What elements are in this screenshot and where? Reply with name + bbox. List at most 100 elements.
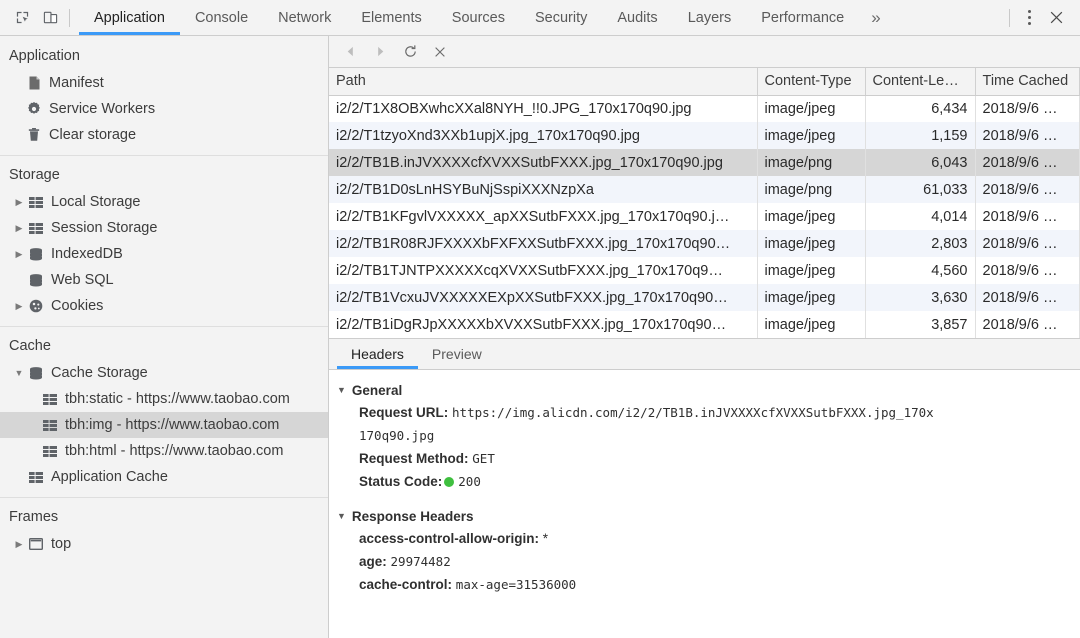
tab-label: Layers [688, 10, 732, 26]
tab-preview[interactable]: Preview [418, 339, 496, 369]
table-row[interactable]: i2/2/TB1D0sLnHSYBuNjSspiXXXNzpXa image/p… [329, 176, 1080, 203]
table-row[interactable]: i2/2/T1X8OBXwhcXXal8NYH_!!0.JPG_170x170q… [329, 95, 1080, 122]
gear-icon [24, 102, 44, 116]
cell-time-cached: 2018/9/6 … [975, 284, 1080, 311]
sidebar-item-cache-tbh-static[interactable]: tbh:static - https://www.taobao.com [0, 386, 328, 412]
tab-elements[interactable]: Elements [346, 0, 436, 35]
tab-layers[interactable]: Layers [673, 0, 747, 35]
inspect-element-icon[interactable] [8, 4, 36, 32]
column-header-content-type[interactable]: Content-Type [757, 68, 865, 95]
sidebar-item-clear-storage[interactable]: Clear storage [0, 122, 328, 148]
sidebar-item-label: top [51, 537, 71, 552]
cell-time-cached: 2018/9/6 … [975, 149, 1080, 176]
chevron-right-icon[interactable]: ▶ [12, 249, 26, 260]
tab-performance[interactable]: Performance [746, 0, 859, 35]
delete-selected-button[interactable] [425, 38, 455, 66]
chevron-down-icon[interactable]: ▼ [337, 385, 346, 395]
table-icon [26, 472, 46, 483]
chevron-right-icon[interactable]: ▶ [12, 197, 26, 208]
chevron-right-icon[interactable]: ▶ [12, 539, 26, 550]
customize-devtools-icon[interactable] [1016, 5, 1042, 31]
table-row[interactable]: i2/2/TB1VcxuJVXXXXXEXpXXSutbFXXX.jpg_170… [329, 284, 1080, 311]
cell-path: i2/2/TB1B.inJVXXXXcfXVXXSutbFXXX.jpg_170… [329, 149, 757, 176]
status-ok-dot-icon [444, 477, 454, 487]
sidebar-item-local-storage[interactable]: ▶ Local Storage [0, 189, 328, 215]
close-icon[interactable] [1042, 4, 1070, 32]
sidebar-item-label: Local Storage [51, 195, 140, 210]
toolbar-divider [69, 9, 70, 27]
sidebar-item-label: tbh:static - https://www.taobao.com [65, 392, 290, 407]
cell-content-length: 61,033 [865, 176, 975, 203]
general-section-header[interactable]: ▼ General [329, 379, 1080, 401]
section-gap [329, 493, 1080, 505]
tab-network[interactable]: Network [263, 0, 346, 35]
tab-audits[interactable]: Audits [602, 0, 672, 35]
sidebar-divider-3 [0, 497, 328, 498]
headers-content: ▼ General Request URL: https://img.alicd… [329, 370, 1080, 638]
column-header-time-cached[interactable]: Time Cached [975, 68, 1080, 95]
chevron-down-icon[interactable]: ▼ [337, 511, 346, 521]
sidebar-item-label: Cookies [51, 299, 103, 314]
more-panels-icon[interactable]: » [859, 0, 892, 35]
sidebar-item-cache-storage[interactable]: ▼ Cache Storage [0, 360, 328, 386]
table-row[interactable]: i2/2/T1tzyoXnd3XXb1upjX.jpg_170x170q90.j… [329, 122, 1080, 149]
next-page-button[interactable] [365, 38, 395, 66]
sidebar-item-label: Service Workers [49, 102, 155, 117]
sidebar-item-web-sql[interactable]: ▶ Web SQL [0, 267, 328, 293]
database-icon [26, 274, 46, 287]
sidebar-item-session-storage[interactable]: ▶ Session Storage [0, 215, 328, 241]
previous-page-button[interactable] [335, 38, 365, 66]
refresh-button[interactable] [395, 38, 425, 66]
table-row-selected[interactable]: i2/2/TB1B.inJVXXXXcfXVXXSutbFXXX.jpg_170… [329, 149, 1080, 176]
cell-content-length: 4,560 [865, 257, 975, 284]
chevron-right-icon[interactable]: ▶ [12, 223, 26, 234]
sidebar-item-cache-tbh-img[interactable]: tbh:img - https://www.taobao.com [0, 412, 328, 438]
table-row[interactable]: i2/2/TB1R08RJFXXXXbFXFXXSutbFXXX.jpg_170… [329, 230, 1080, 257]
devtools-main-toolbar: Application Console Network Elements Sou… [0, 0, 1080, 36]
table-row[interactable]: i2/2/TB1iDgRJpXXXXXbXVXXSutbFXXX.jpg_170… [329, 311, 1080, 338]
cell-content-type: image/jpeg [757, 203, 865, 230]
frame-icon [26, 538, 46, 550]
cell-content-type: image/jpeg [757, 311, 865, 338]
response-headers-section-header[interactable]: ▼ Response Headers [329, 505, 1080, 527]
column-header-path[interactable]: Path [329, 68, 757, 95]
sidebar-item-application-cache[interactable]: ▶ Application Cache [0, 464, 328, 490]
tab-security[interactable]: Security [520, 0, 602, 35]
devtools-body: Application Manifest Service Workers Cle… [0, 36, 1080, 638]
tab-label: Application [94, 10, 165, 26]
table-row[interactable]: i2/2/TB1KFgvlVXXXXX_apXXSutbFXXX.jpg_170… [329, 203, 1080, 230]
devtools-window: Application Console Network Elements Sou… [0, 0, 1080, 638]
tab-headers[interactable]: Headers [337, 339, 418, 369]
tab-sources[interactable]: Sources [437, 0, 520, 35]
device-toolbar-icon[interactable] [36, 4, 64, 32]
response-headers-section-title: Response Headers [352, 509, 474, 524]
cell-time-cached: 2018/9/6 … [975, 230, 1080, 257]
chevron-right-icon[interactable]: ▶ [12, 301, 26, 312]
sidebar-item-label: Application Cache [51, 470, 168, 485]
sidebar-item-label: Web SQL [51, 273, 114, 288]
cell-path: i2/2/TB1KFgvlVXXXXX_apXXSutbFXXX.jpg_170… [329, 203, 757, 230]
status-code-value: 200 [458, 474, 481, 489]
table-icon [40, 420, 60, 431]
cell-content-length: 1,159 [865, 122, 975, 149]
sidebar-item-manifest[interactable]: Manifest [0, 70, 328, 96]
tab-application[interactable]: Application [79, 0, 180, 35]
response-header-value: 29974482 [391, 554, 451, 569]
tab-console[interactable]: Console [180, 0, 263, 35]
table-icon [40, 394, 60, 405]
cell-time-cached: 2018/9/6 … [975, 176, 1080, 203]
cell-content-type: image/jpeg [757, 284, 865, 311]
sidebar-item-cookies[interactable]: ▶ Cookies [0, 293, 328, 319]
table-row[interactable]: i2/2/TB1TJNTPXXXXXcqXVXXSutbFXXX.jpg_170… [329, 257, 1080, 284]
column-header-content-length[interactable]: Content-Le… [865, 68, 975, 95]
tab-label: Sources [452, 10, 505, 26]
cache-entries-table-container[interactable]: Path Content-Type Content-Le… Time Cache… [329, 68, 1080, 339]
trash-icon [24, 128, 44, 142]
sidebar-item-service-workers[interactable]: Service Workers [0, 96, 328, 122]
document-icon [24, 76, 44, 90]
sidebar-item-frame-top[interactable]: ▶ top [0, 531, 328, 557]
detail-tab-label: Preview [432, 346, 482, 362]
sidebar-item-cache-tbh-html[interactable]: tbh:html - https://www.taobao.com [0, 438, 328, 464]
sidebar-item-indexeddb[interactable]: ▶ IndexedDB [0, 241, 328, 267]
chevron-down-icon[interactable]: ▼ [12, 368, 26, 378]
